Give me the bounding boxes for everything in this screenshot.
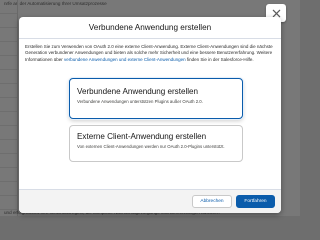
create-app-dialog: Verbundene Anwendung erstellen Erstellen… — [19, 17, 281, 213]
intro-paragraph: Erstellen Sie zum Verwenden von OAuth 2.… — [25, 44, 275, 63]
option-external-client-app-description: Von externen Client-Anwendungen werden n… — [77, 144, 225, 149]
option-connected-app-description: Verbundene Anwendungen unterstützen Plug… — [77, 99, 203, 104]
dialog-body: Erstellen Sie zum Verwenden von OAuth 2.… — [19, 39, 281, 63]
option-external-client-app-title: Externe Client-Anwendung erstellen — [77, 132, 207, 141]
help-link[interactable]: verbundene Anwendungen und externe Clien… — [64, 57, 186, 62]
continue-button[interactable]: Fortfahren — [236, 195, 275, 208]
intro-suffix: finden Sie in der Salesforce-Hilfe. — [185, 56, 254, 62]
dialog-title: Verbundene Anwendung erstellen — [19, 17, 281, 39]
option-external-client-app[interactable]: Externe Client-Anwendung erstellen Von e… — [69, 125, 243, 162]
option-connected-app-title: Verbundene Anwendung erstellen — [77, 87, 199, 96]
dialog-footer: Abbrechen Fortfahren — [19, 189, 281, 213]
option-connected-app[interactable]: Verbundene Anwendung erstellen Verbunden… — [69, 78, 243, 119]
cancel-button[interactable]: Abbrechen — [192, 195, 232, 208]
